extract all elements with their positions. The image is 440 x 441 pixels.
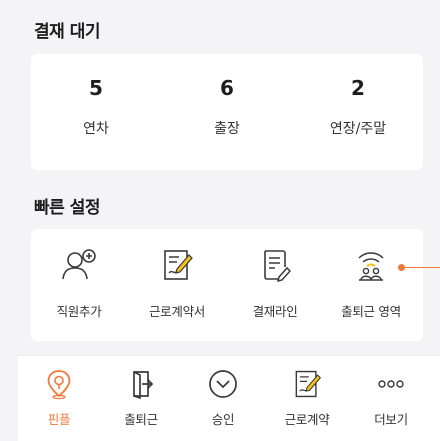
nav-label: 출퇴근 bbox=[124, 412, 158, 427]
more-dots-icon bbox=[378, 380, 404, 388]
quick-item-label: 출퇴근 영역 bbox=[341, 304, 401, 319]
quick-settings-title: 빠른 설정 bbox=[34, 198, 100, 218]
nav-item-approval[interactable]: 승인 bbox=[188, 356, 258, 441]
nav-label: 핀플 bbox=[47, 412, 71, 427]
add-user-icon bbox=[62, 249, 96, 280]
pointer-dot bbox=[398, 264, 405, 271]
wifi-people-icon bbox=[358, 252, 384, 281]
quick-labor-contract[interactable]: 근로계약서 bbox=[129, 229, 225, 341]
nav-label: 더보기 bbox=[374, 412, 408, 427]
nav-label: 근로계약 bbox=[284, 412, 330, 427]
approval-stats-card: 5 연차 6 출장 2 연장/주말 bbox=[31, 54, 423, 170]
nav-item-commute[interactable]: 출퇴근 bbox=[106, 356, 176, 441]
stat-label: 연장/주말 bbox=[329, 121, 387, 137]
nav-item-more[interactable]: 더보기 bbox=[356, 356, 426, 441]
quick-item-label: 결재라인 bbox=[252, 304, 298, 319]
document-edit-icon bbox=[264, 250, 292, 283]
nav-label: 승인 bbox=[211, 412, 235, 427]
contract-icon bbox=[164, 250, 193, 280]
quick-settings-card: 직원추가 근로계약서 결재라인 출퇴근 영역 bbox=[31, 229, 423, 341]
door-exit-icon bbox=[133, 371, 154, 400]
location-pin-icon bbox=[47, 370, 71, 400]
stat-label: 출장 bbox=[214, 121, 240, 137]
quick-commute-area[interactable]: 출퇴근 영역 bbox=[323, 229, 419, 341]
nav-item-pinple[interactable]: 핀플 bbox=[24, 356, 94, 441]
pointer-line bbox=[404, 267, 440, 268]
quick-approval-line[interactable]: 결재라인 bbox=[227, 229, 323, 341]
nav-item-labor-contract[interactable]: 근로계약 bbox=[272, 356, 342, 441]
approval-section-title: 결재 대기 bbox=[34, 22, 100, 42]
contract-icon bbox=[295, 370, 322, 398]
stat-value: 5 bbox=[89, 76, 103, 100]
quick-item-label: 직원추가 bbox=[56, 304, 102, 319]
stat-value: 2 bbox=[351, 76, 365, 100]
stat-value: 6 bbox=[220, 76, 234, 100]
quick-item-label: 근로계약서 bbox=[148, 304, 205, 319]
quick-add-employee[interactable]: 직원추가 bbox=[31, 229, 127, 341]
chevron-circle-icon bbox=[209, 370, 237, 398]
bottom-navigation: 핀플 출퇴근 승인 근로계약 더보기 bbox=[18, 355, 440, 441]
stat-label: 연차 bbox=[83, 121, 109, 137]
